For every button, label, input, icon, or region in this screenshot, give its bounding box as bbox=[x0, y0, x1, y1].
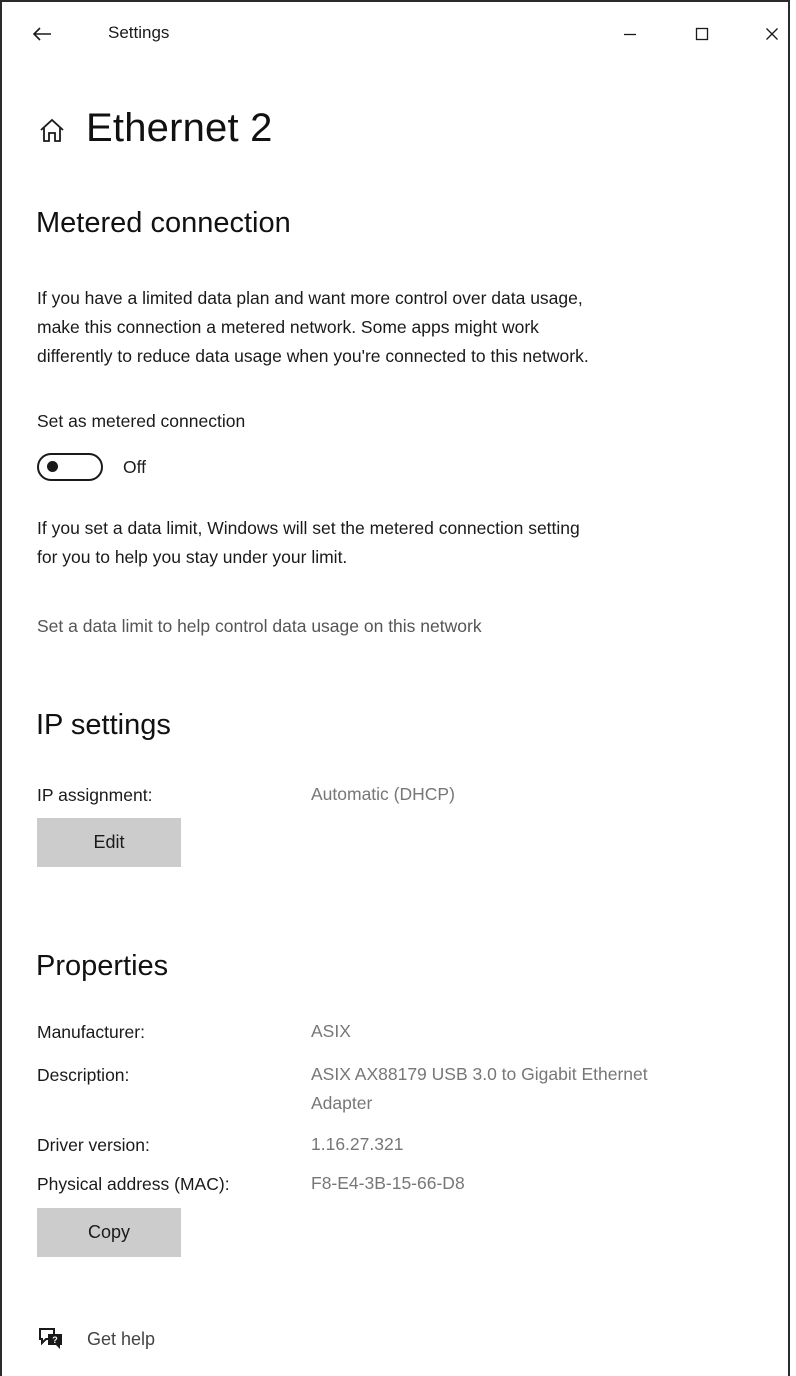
metered-description-line: make this connection a metered network. … bbox=[37, 317, 539, 337]
properties-heading: Properties bbox=[36, 950, 169, 982]
driver-version-value: 1.16.27.321 bbox=[311, 1134, 404, 1154]
metered-description-line: differently to reduce data usage when yo… bbox=[37, 346, 589, 366]
metered-connection-heading: Metered connection bbox=[36, 207, 291, 239]
home-icon[interactable] bbox=[38, 117, 66, 145]
app-title: Settings bbox=[108, 23, 170, 42]
ip-settings-heading: IP settings bbox=[36, 709, 171, 741]
ip-assignment-value: Automatic (DHCP) bbox=[311, 784, 455, 804]
data-limit-description: If you set a data limit, Windows will se… bbox=[37, 514, 777, 572]
metered-connection-toggle[interactable] bbox=[37, 453, 103, 481]
close-icon bbox=[766, 28, 778, 40]
page-title: Ethernet 2 bbox=[86, 106, 273, 150]
edit-button[interactable]: Edit bbox=[37, 818, 181, 867]
minimize-button[interactable] bbox=[610, 16, 650, 52]
manufacturer-label: Manufacturer: bbox=[37, 1022, 145, 1042]
set-data-limit-link[interactable]: Set a data limit to help control data us… bbox=[37, 616, 482, 637]
page-heading: Ethernet 2 bbox=[38, 106, 273, 151]
manufacturer-value: ASIX bbox=[311, 1021, 351, 1041]
copy-button[interactable]: Copy bbox=[37, 1208, 181, 1257]
metered-description-line: If you have a limited data plan and want… bbox=[37, 288, 583, 308]
get-help-label: Get help bbox=[87, 1328, 156, 1349]
mac-address-value: F8-E4-3B-15-66-D8 bbox=[311, 1173, 465, 1193]
data-limit-line: for you to help you stay under your limi… bbox=[37, 547, 348, 567]
metered-description: If you have a limited data plan and want… bbox=[37, 284, 777, 371]
title-bar: Settings bbox=[2, 2, 788, 64]
toggle-state-label: Off bbox=[123, 456, 147, 477]
metered-toggle-row: Off bbox=[37, 453, 146, 481]
metered-toggle-label: Set as metered connection bbox=[37, 411, 246, 431]
maximize-icon bbox=[695, 27, 709, 41]
description-label: Description: bbox=[37, 1065, 130, 1085]
back-arrow-icon bbox=[32, 27, 51, 41]
back-button[interactable] bbox=[22, 16, 62, 52]
description-value-line: ASIX AX88179 USB 3.0 to Gigabit Ethernet bbox=[311, 1064, 648, 1084]
minimize-icon bbox=[624, 33, 636, 36]
settings-window: Settings Ethernet 2 Metered connection I… bbox=[0, 0, 790, 1376]
driver-version-label: Driver version: bbox=[37, 1135, 150, 1155]
toggle-knob bbox=[47, 461, 58, 472]
mac-address-label: Physical address (MAC): bbox=[37, 1174, 230, 1194]
get-help-link[interactable]: ? Get help bbox=[37, 1325, 155, 1353]
chat-help-icon: ? bbox=[39, 1328, 62, 1349]
ip-assignment-label: IP assignment: bbox=[37, 785, 153, 805]
description-value-line: Adapter bbox=[311, 1093, 373, 1113]
data-limit-line: If you set a data limit, Windows will se… bbox=[37, 518, 580, 538]
close-button[interactable] bbox=[752, 16, 792, 52]
description-value: ASIX AX88179 USB 3.0 to Gigabit Ethernet… bbox=[311, 1060, 751, 1118]
svg-text:?: ? bbox=[52, 1335, 58, 1345]
maximize-button[interactable] bbox=[682, 16, 722, 52]
